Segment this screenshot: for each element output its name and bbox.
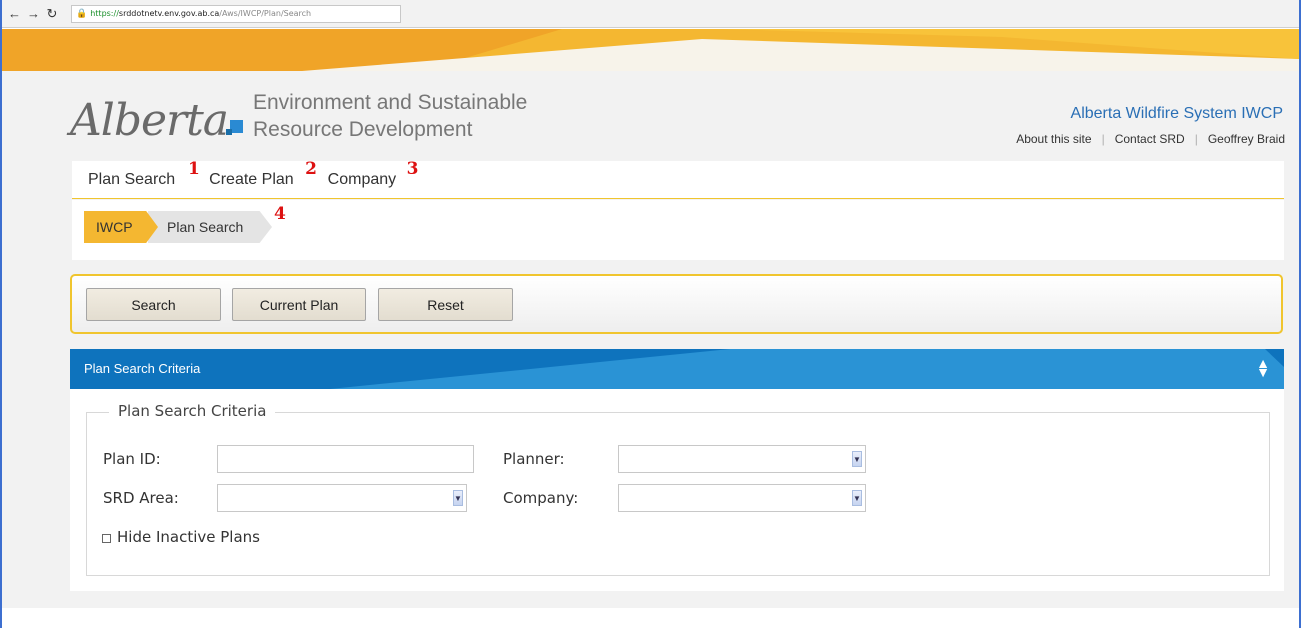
reload-icon[interactable]: ↻: [46, 6, 58, 21]
current-plan-button[interactable]: Current Plan: [232, 288, 366, 321]
forward-arrow-icon[interactable]: →: [27, 6, 40, 21]
annotation-marker-1: 1: [188, 158, 200, 179]
nav-create-plan-label: Create Plan: [209, 170, 294, 188]
nav-company-label: Company: [327, 170, 397, 188]
annotation-marker-3: 3: [406, 158, 419, 179]
srd-area-label: SRD Area:: [103, 489, 179, 507]
chevron-down-icon[interactable]: ▼: [852, 451, 862, 467]
fieldset-legend: Plan Search Criteria: [109, 402, 276, 420]
link-separator: |: [1194, 132, 1198, 146]
address-bar[interactable]: 🔒 https://srddotnetv.env.gov.ab.ca/Aws/I…: [71, 4, 401, 23]
logo-ministry-name: Environment and Sustainable Resource Dev…: [253, 91, 527, 145]
panel-header[interactable]: Plan Search Criteria ▲ ▼: [70, 349, 1284, 389]
header-banner: [2, 29, 1299, 71]
panel-title: Plan Search Criteria: [84, 361, 201, 376]
search-criteria-panel: Plan Search Criteria ▲ ▼ Plan Search Crit…: [70, 349, 1284, 591]
logo-wordmark: Alberta: [70, 95, 229, 146]
url-path: /Aws/IWCP/Plan/Search: [219, 9, 312, 18]
plan-id-label: Plan ID:: [103, 450, 161, 468]
alberta-logo[interactable]: Alberta Environment and Sustainable Reso…: [70, 91, 527, 145]
reset-button[interactable]: Reset: [378, 288, 513, 321]
nav-create-plan[interactable]: Create Plan 2: [209, 159, 317, 189]
link-separator: |: [1101, 132, 1105, 146]
logo-line-2: Resource Development: [253, 118, 473, 141]
annotation-marker-2: 2: [305, 158, 318, 179]
browser-toolbar: ← → ↻ 🔒 https://srddotnetv.env.gov.ab.ca…: [2, 0, 1299, 28]
company-select[interactable]: ▼: [618, 484, 866, 512]
breadcrumb-plan-search[interactable]: Plan Search: [148, 211, 272, 243]
logo-mark-icon: [226, 120, 243, 135]
action-toolbar: Search Current Plan Reset: [70, 274, 1283, 334]
nav-company[interactable]: Company 3: [327, 159, 419, 189]
nav-plan-search-label: Plan Search: [88, 170, 176, 188]
url-host: srddotnetv.env.gov.ab.ca: [118, 9, 220, 18]
nav-plan-search[interactable]: Plan Search 1: [88, 159, 200, 189]
company-label: Company:: [503, 489, 579, 507]
sort-toggle-icon[interactable]: ▲ ▼: [1256, 356, 1270, 379]
system-title: Alberta Wildfire System IWCP: [1070, 105, 1283, 122]
user-link[interactable]: Geoffrey Braid: [1208, 132, 1285, 146]
annotation-marker-4: 4: [274, 204, 286, 224]
planner-select[interactable]: ▼: [618, 445, 866, 473]
chevron-down-icon[interactable]: ▼: [852, 490, 862, 506]
hide-inactive-label[interactable]: Hide Inactive Plans: [117, 528, 260, 546]
plan-id-input[interactable]: [217, 445, 474, 473]
back-arrow-icon[interactable]: ←: [8, 6, 21, 21]
header-links: About this site | Contact SRD | Geoffrey…: [1016, 132, 1285, 146]
breadcrumb-iwcp[interactable]: IWCP: [84, 211, 158, 243]
srd-area-select[interactable]: ▼: [217, 484, 467, 512]
breadcrumb: IWCP Plan Search 4: [72, 200, 1284, 260]
criteria-fieldset: Plan Search Criteria Plan ID: Planner: ▼…: [86, 402, 1270, 576]
planner-label: Planner:: [503, 450, 565, 468]
about-link[interactable]: About this site: [1016, 132, 1091, 146]
hide-inactive-checkbox[interactable]: [102, 534, 111, 543]
chevron-down-icon[interactable]: ▼: [453, 490, 463, 506]
logo-line-1: Environment and Sustainable: [253, 91, 528, 114]
page-body: Alberta Environment and Sustainable Reso…: [2, 71, 1299, 608]
search-button[interactable]: Search: [86, 288, 221, 321]
url-scheme: https://: [90, 9, 119, 18]
lock-icon: 🔒: [76, 8, 88, 19]
contact-link[interactable]: Contact SRD: [1115, 132, 1185, 146]
main-nav: Plan Search 1 Create Plan 2 Company 3: [72, 159, 1284, 199]
